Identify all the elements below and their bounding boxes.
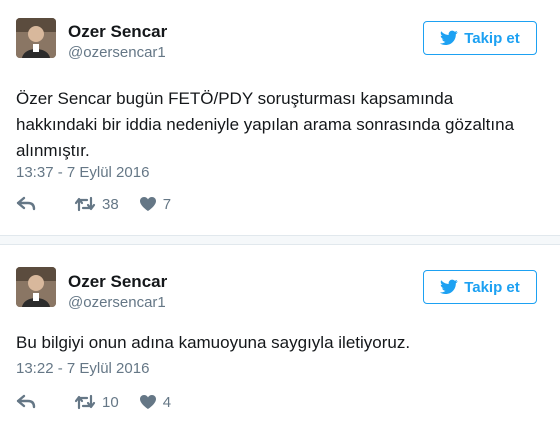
tweet-actions: 10 4 — [16, 391, 171, 413]
tweet-card: Ozer Sencar @ozersencar1 Takip et Özer S… — [0, 0, 560, 236]
retweet-button[interactable]: 10 — [74, 394, 119, 411]
like-button[interactable]: 4 — [139, 394, 171, 411]
reply-button[interactable] — [16, 196, 38, 212]
user-handle[interactable]: @ozersencar1 — [68, 294, 166, 311]
follow-label: Takip et — [464, 29, 520, 47]
avatar[interactable] — [16, 267, 56, 307]
like-count: 4 — [162, 393, 172, 411]
avatar[interactable] — [16, 18, 56, 58]
like-button[interactable]: 7 — [139, 196, 171, 213]
display-name[interactable]: Ozer Sencar — [68, 22, 167, 42]
tweet-text: Bu bilgiyi onun adına kamuoyuna saygıyla… — [16, 333, 411, 352]
heart-icon — [139, 196, 157, 212]
display-name[interactable]: Ozer Sencar — [68, 272, 167, 292]
retweet-button[interactable]: 38 — [74, 196, 119, 213]
retweet-count: 10 — [102, 393, 119, 411]
retweet-icon — [74, 196, 96, 212]
tweet-card: Ozer Sencar @ozersencar1 Takip et Bu bil… — [0, 244, 560, 433]
user-handle[interactable]: @ozersencar1 — [68, 44, 166, 61]
retweet-icon — [74, 394, 96, 410]
reply-icon — [16, 196, 36, 212]
tweet-timestamp[interactable]: 13:22 - 7 Eylül 2016 — [16, 360, 149, 377]
twitter-bird-icon — [440, 279, 458, 295]
reply-icon — [16, 394, 36, 410]
tweet-timestamp[interactable]: 13:37 - 7 Eylül 2016 — [16, 164, 149, 181]
reply-button[interactable] — [16, 394, 38, 410]
like-count: 7 — [162, 195, 172, 213]
tweet-text: Özer Sencar bugün FETÖ/PDY soruşturması … — [16, 89, 515, 160]
tweet-actions: 38 7 — [16, 193, 171, 215]
follow-label: Takip et — [464, 278, 520, 296]
twitter-bird-icon — [440, 30, 458, 46]
follow-button[interactable]: Takip et — [423, 270, 537, 304]
heart-icon — [139, 394, 157, 410]
tweet-separator — [0, 236, 560, 244]
retweet-count: 38 — [102, 195, 119, 213]
follow-button[interactable]: Takip et — [423, 21, 537, 55]
